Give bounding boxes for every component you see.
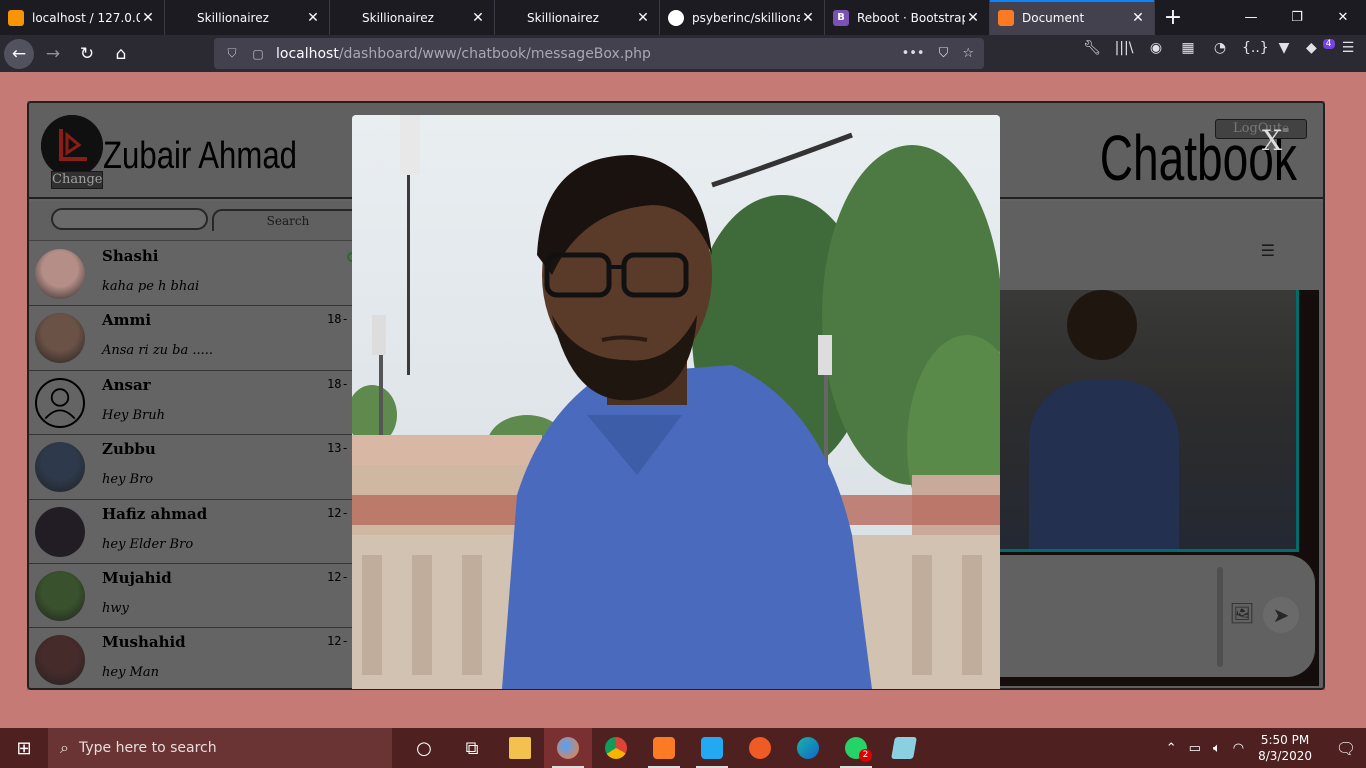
home-button[interactable]: ⌂ [106,39,136,69]
system-tray: ⌃ ▭ 🔈︎ ◠ 5:50 PM 8/3/2020 🗨︎ [1160,728,1366,768]
chrome-icon[interactable] [592,728,640,768]
minimize-button[interactable]: — [1228,0,1274,35]
task-view-icon[interactable]: ⧉ [448,728,496,768]
whatsapp-badge: 2 [859,749,872,762]
menu-icon[interactable]: ☰ [1338,40,1358,56]
url-bar[interactable]: ⛉ ▢ localhost/dashboard/www/chatbook/mes… [214,38,984,69]
new-tab-button[interactable]: + [1155,0,1191,35]
page-actions-icon[interactable]: ••• [902,46,925,61]
vue-devtools-icon[interactable]: ▼ [1274,40,1294,56]
extension-owl-icon[interactable]: ◔ [1210,40,1230,56]
notes-app-icon[interactable] [880,728,928,768]
url-host: localhost [276,45,339,62]
browser-tab[interactable]: Document ✕ [990,0,1155,35]
window-controls: — ❐ ✕ [1228,0,1366,35]
browser-navbar: ← → ↻ ⌂ ⛉ ▢ localhost/dashboard/www/chat… [0,35,1366,72]
tab-title: Skillionairez [362,10,434,25]
browser-tab[interactable]: B Reboot · Bootstrap ✕ [825,0,990,35]
bookmark-star-icon[interactable]: ☆ [962,46,974,61]
windows-taskbar: ⊞ ⌕ Type here to search ○ ⧉ 2 ⌃ ▭ 🔈︎ ◠ 5… [0,728,1366,768]
blank-page-icon [338,10,354,26]
search-icon: ⌕ [60,738,69,757]
image-preview-modal [352,115,1000,689]
blank-page-icon [503,10,519,26]
whatsapp-icon[interactable]: 2 [832,728,880,768]
close-tab-icon[interactable]: ✕ [635,10,651,26]
close-tab-icon[interactable]: ✕ [800,10,816,26]
extension-badge-count: 4 [1322,39,1335,49]
cortana-icon[interactable]: ○ [400,728,448,768]
browser-tab[interactable]: Skillionairez ✕ [165,0,330,35]
extension-badge-icon[interactable]: ◆ 4 [1306,39,1335,56]
url-path: /dashboard/www/chatbook/messageBox.php [338,45,651,62]
close-tab-icon[interactable]: ✕ [1130,10,1146,26]
shield-icon[interactable]: ⛉ [224,46,240,61]
tab-title: Reboot · Bootstrap [857,10,965,25]
close-tab-icon[interactable]: ✕ [965,10,981,26]
taskbar-clock[interactable]: 5:50 PM 8/3/2020 [1258,732,1312,764]
chevron-up-icon[interactable]: ⌃ [1166,741,1177,756]
file-explorer-icon[interactable] [496,728,544,768]
browser-tab-strip: localhost / 127.0.0.1✕Skillionairez✕Skil… [0,0,1366,35]
edge-icon[interactable] [784,728,832,768]
wrench-icon[interactable]: 🔧︎ [1082,40,1102,56]
postman-icon[interactable] [736,728,784,768]
github-icon [668,9,684,26]
browser-toolbar-right: 🔧︎ |||\ ◉ ▦ ◔ {..} ▼ ◆ 4 ☰ [1082,39,1358,56]
page-info-icon[interactable]: ▢ [250,47,266,61]
extension-grid-icon[interactable]: ▦ [1178,40,1198,56]
pocket-icon[interactable]: ⛉ [939,46,949,61]
tab-title: localhost / 127.0.0.1 [32,10,140,25]
blank-page-icon [173,10,189,26]
tab-title: psyberinc/skillionair [692,10,800,25]
close-modal-button[interactable]: X [1262,124,1282,157]
tab-title: Skillionairez [197,10,269,25]
clock-time: 5:50 PM [1260,733,1310,747]
close-tab-icon[interactable]: ✕ [305,10,321,26]
taskbar-search[interactable]: ⌕ Type here to search [48,728,392,768]
browser-tab[interactable]: Skillionairez ✕ [330,0,495,35]
firefox-icon[interactable] [544,728,592,768]
forward-button[interactable]: → [38,39,68,69]
vscode-icon[interactable] [688,728,736,768]
back-button[interactable]: ← [4,38,34,69]
browser-tab[interactable]: psyberinc/skillionair ✕ [660,0,825,35]
library-icon[interactable]: |||\ [1114,40,1134,56]
taskbar-search-placeholder: Type here to search [78,740,217,756]
close-tab-icon[interactable]: ✕ [140,10,156,26]
browser-tab[interactable]: localhost / 127.0.0.1✕ [0,0,165,35]
close-tab-icon[interactable]: ✕ [470,10,486,26]
volume-icon[interactable]: 🔈︎ [1213,741,1221,756]
tab-title: Skillionairez [527,10,599,25]
xampp-icon [998,9,1014,26]
clock-date: 8/3/2020 [1258,749,1312,763]
bootstrap-icon: B [833,9,849,26]
close-window-button[interactable]: ✕ [1320,0,1366,35]
account-icon[interactable]: ◉ [1146,40,1166,56]
reload-button[interactable]: ↻ [72,39,102,69]
phpmyadmin-icon [8,9,24,26]
json-viewer-icon[interactable]: {..} [1242,40,1269,56]
battery-icon[interactable]: ▭ [1189,741,1201,756]
wifi-icon[interactable]: ◠ [1233,741,1244,756]
xampp-icon[interactable] [640,728,688,768]
preview-photo [352,115,1000,689]
notification-center-icon[interactable]: 🗨︎ [1326,739,1366,758]
restore-button[interactable]: ❐ [1274,0,1320,35]
browser-tab[interactable]: Skillionairez ✕ [495,0,660,35]
windows-start-icon[interactable]: ⊞ [0,728,48,768]
tab-title: Document [1022,10,1085,25]
